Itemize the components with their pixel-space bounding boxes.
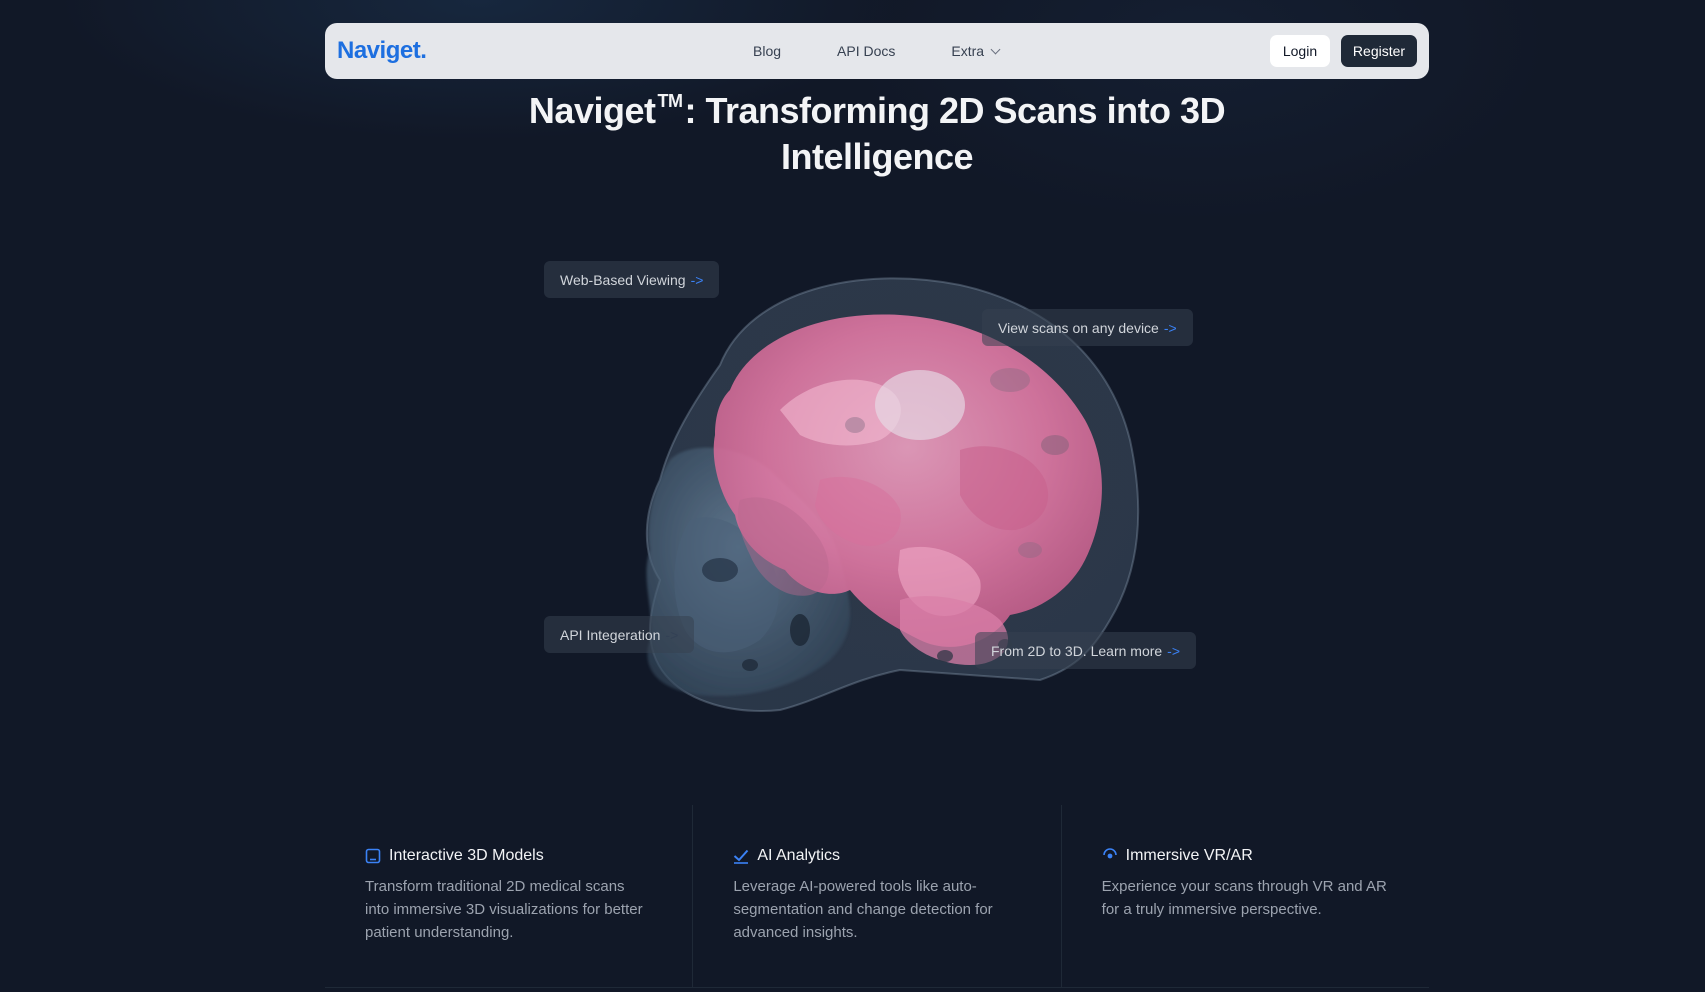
nav-link-label: API Docs — [837, 43, 896, 59]
callout-label: View scans on any device — [998, 319, 1159, 336]
callout-label: API Integeration — [560, 626, 661, 643]
arrow-right-icon: -> — [665, 626, 679, 643]
nav-links: Blog API Docs Extra — [753, 23, 1001, 79]
tablet-icon — [365, 848, 381, 864]
feature-ai-analytics: AI Analytics Leverage AI-powered tools l… — [693, 805, 1062, 987]
callout-label: Web-Based Viewing — [560, 271, 686, 288]
check-icon — [733, 848, 749, 864]
login-button[interactable]: Login — [1270, 35, 1330, 67]
hero-title: Naviget TM: Transforming 2D Scans into 3D… — [452, 88, 1302, 180]
feature-heading: Interactive 3D Models — [365, 847, 652, 865]
logo[interactable]: Naviget. — [337, 37, 427, 65]
arrow-right-icon: -> — [1163, 319, 1177, 336]
nav-link-extra-dropdown[interactable]: Extra — [951, 43, 1001, 59]
nav-link-label: Extra — [951, 43, 985, 59]
feature-title: Interactive 3D Models — [389, 847, 544, 864]
navbar: Naviget. Blog API Docs Extra Login Regis… — [325, 23, 1429, 79]
callout-learn-more[interactable]: From 2D to 3D. Learn more -> — [975, 632, 1197, 669]
feature-description: Transform traditional 2D medical scans i… — [365, 878, 643, 941]
nav-link-label: Blog — [753, 43, 782, 59]
hero-title-brand: Naviget — [528, 90, 656, 131]
feature-heading: Immersive VR/AR — [1102, 847, 1389, 865]
arrow-right-icon: -> — [690, 271, 704, 288]
callout-api-integration[interactable]: API Integeration -> — [544, 616, 695, 653]
hero-title-tagline: : Transforming 2D Scans into 3D Intellig… — [684, 90, 1226, 177]
feature-heading: AI Analytics — [733, 847, 1020, 865]
feature-title: AI Analytics — [757, 847, 841, 864]
feature-immersive-vr-ar: Immersive VR/AR Experience your scans th… — [1062, 805, 1429, 987]
feature-description: Leverage AI-powered tools like auto-segm… — [733, 878, 993, 941]
features-section: Interactive 3D Models Transform traditio… — [325, 805, 1429, 988]
chevron-down-icon — [990, 44, 1001, 54]
trademark-symbol: TM — [657, 91, 683, 111]
callout-label: From 2D to 3D. Learn more — [991, 642, 1163, 659]
nav-link-blog[interactable]: Blog — [753, 43, 781, 59]
arrow-right-icon: -> — [1167, 642, 1181, 659]
callout-web-based-viewing[interactable]: Web-Based Viewing -> — [544, 261, 720, 298]
feature-interactive-3d-models: Interactive 3D Models Transform traditio… — [325, 805, 694, 987]
feature-title: Immersive VR/AR — [1125, 847, 1253, 864]
vr-icon — [1102, 848, 1118, 864]
feature-description: Experience your scans through VR and AR … — [1101, 878, 1387, 918]
nav-link-api-docs[interactable]: API Docs — [837, 43, 895, 59]
callout-view-on-any-device[interactable]: View scans on any device -> — [982, 309, 1193, 346]
register-button[interactable]: Register — [1341, 35, 1417, 67]
